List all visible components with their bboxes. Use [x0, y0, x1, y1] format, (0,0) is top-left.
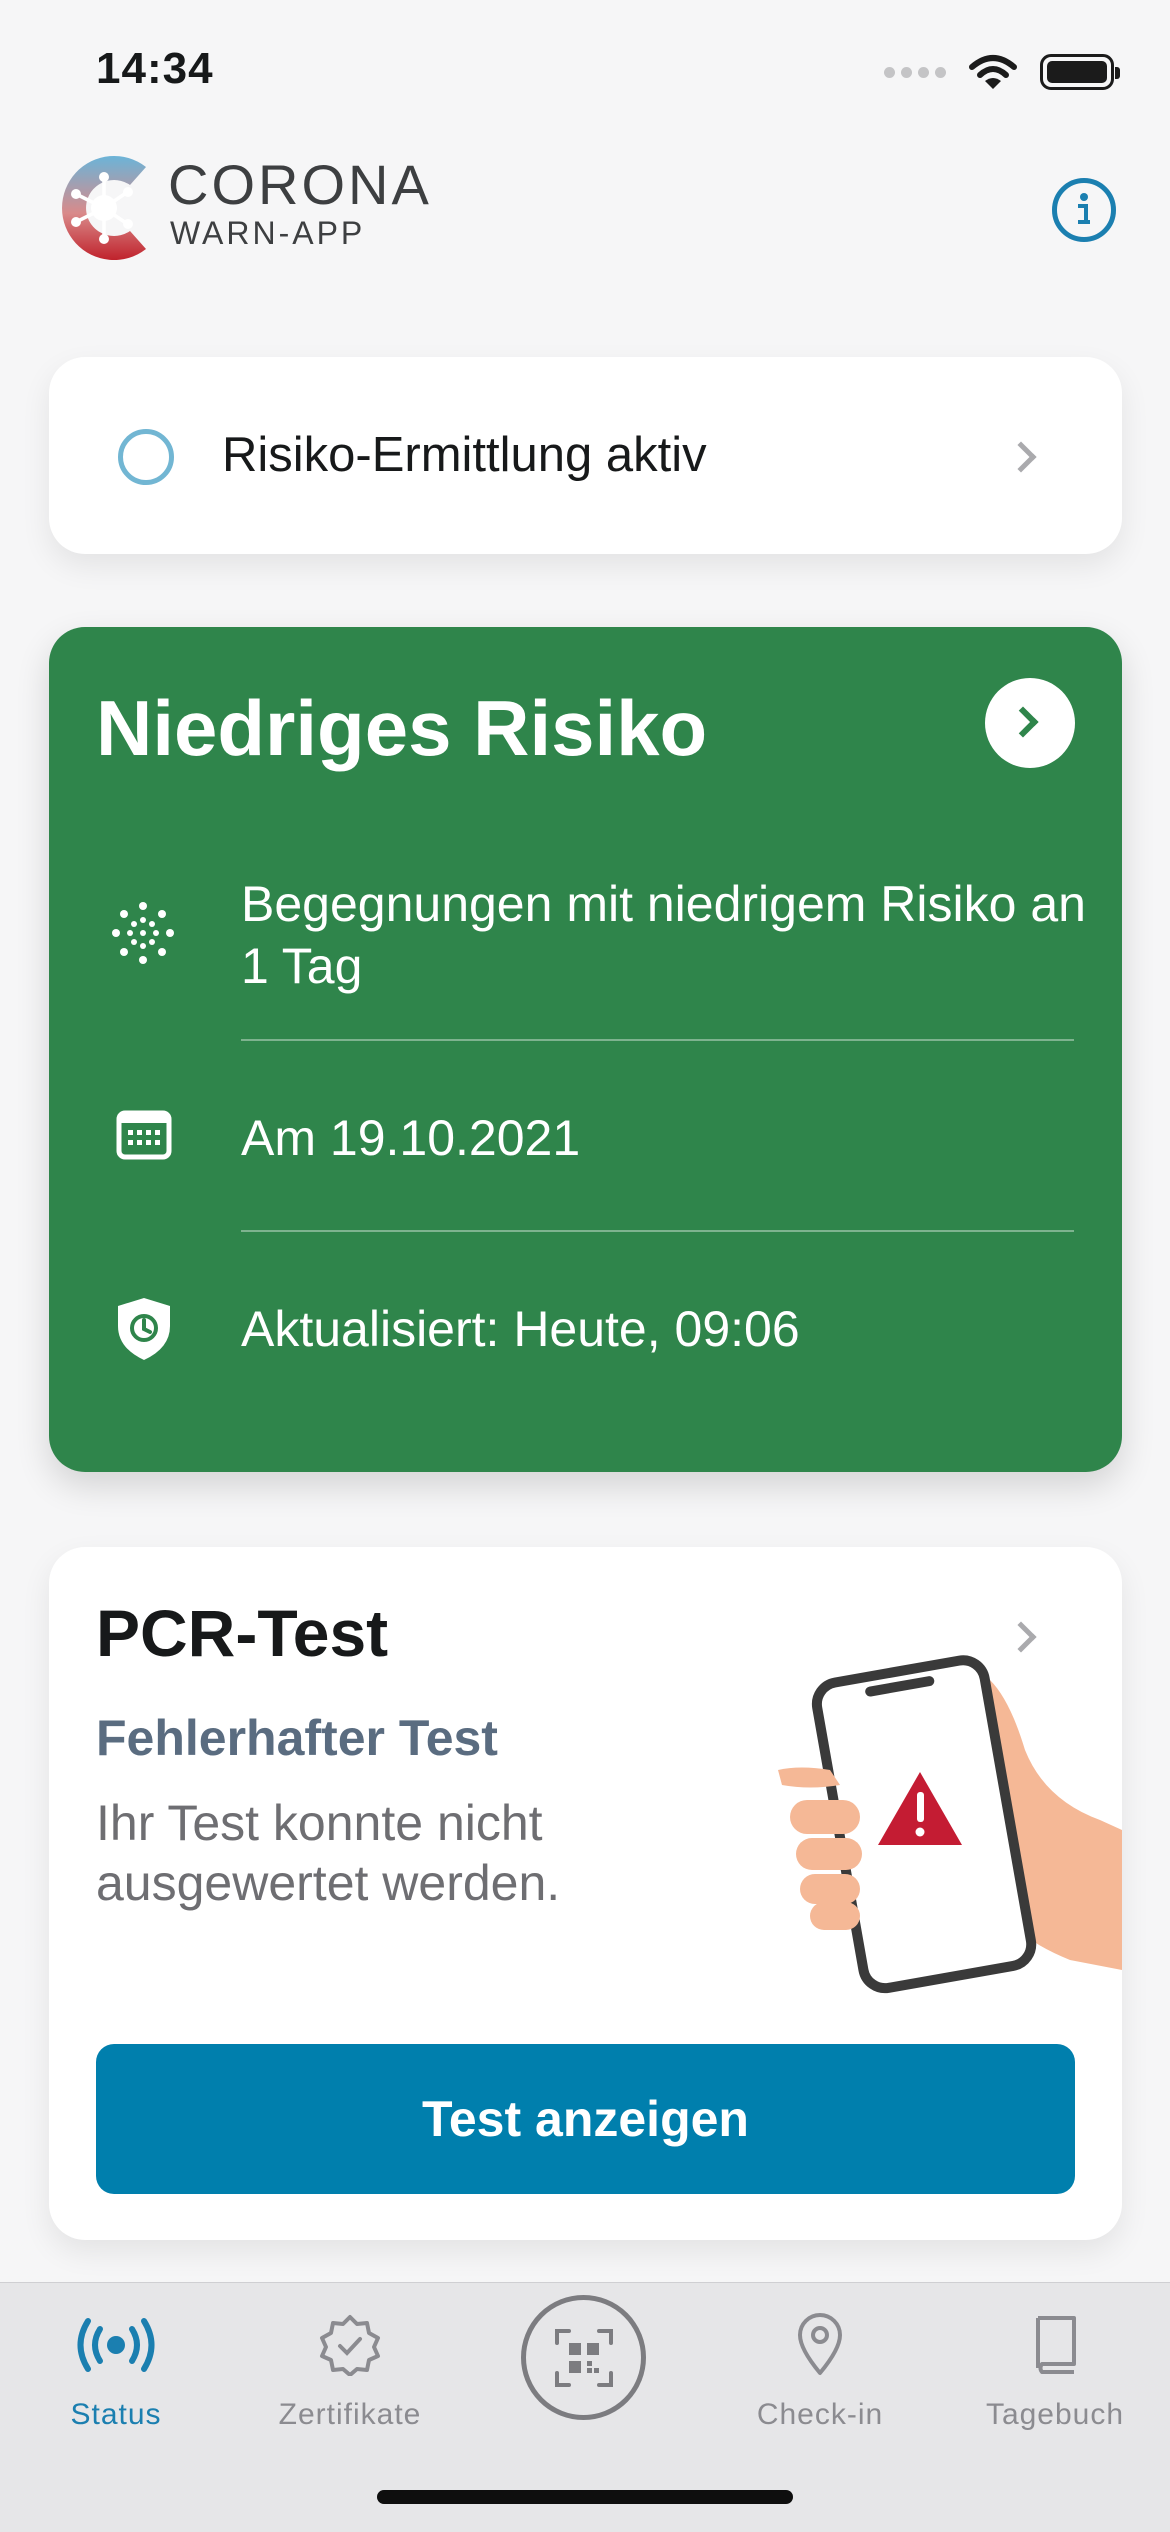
- risk-details-button[interactable]: [985, 678, 1075, 768]
- battery-icon: [1040, 54, 1120, 90]
- tab-check-in-label: Check-in: [756, 2398, 884, 2431]
- qr-scan-button[interactable]: [521, 2295, 646, 2420]
- app-logo: [62, 156, 146, 260]
- detection-label: Risiko-Ermittlung aktiv: [222, 428, 707, 482]
- status-icons: [884, 52, 1120, 92]
- broadcast-icon: [77, 2318, 155, 2372]
- shield-clock-icon: [118, 1298, 170, 1360]
- risk-date: Am 19.10.2021: [241, 1110, 581, 1166]
- risk-title: Niedriges Risiko: [96, 684, 708, 772]
- phone-warning-illustration: [778, 1655, 1122, 1994]
- risk-updated: Aktualisiert: Heute, 09:06: [241, 1301, 800, 1357]
- virus-icon: [112, 902, 174, 964]
- show-test-button[interactable]: Test anzeigen: [96, 2044, 1075, 2194]
- divider: [241, 1039, 1074, 1041]
- home-indicator: [377, 2490, 793, 2504]
- encounters-text: Begegnungen mit niedrigem Risiko an 1 Ta…: [241, 876, 1086, 994]
- tab-certificates[interactable]: Zertifikate: [260, 2300, 440, 2432]
- info-button[interactable]: [1052, 178, 1116, 242]
- pcr-title: PCR-Test: [96, 1596, 389, 1670]
- detection-status-icon: [118, 429, 174, 485]
- calendar-icon: [116, 1110, 172, 1160]
- diary-icon: [1036, 2316, 1076, 2374]
- tab-status-label: Status: [70, 2398, 162, 2431]
- pcr-status: Fehlerhafter Test: [96, 1710, 498, 1766]
- tab-diary-label: Tagebuch: [985, 2398, 1125, 2431]
- tab-diary[interactable]: Tagebuch: [975, 2300, 1135, 2432]
- tab-status[interactable]: Status: [56, 2300, 176, 2432]
- brand-subtitle: WARN-APP: [170, 215, 366, 251]
- chevron-right-icon: [1007, 706, 1039, 738]
- divider: [241, 1230, 1074, 1232]
- pcr-description: Ihr Test konnte nicht ausgewertet werden…: [96, 1795, 561, 1911]
- info-icon: [1078, 193, 1090, 224]
- tab-check-in[interactable]: Check-in: [735, 2300, 905, 2432]
- location-pin-icon: [798, 2313, 842, 2375]
- cellular-signal-icon: [884, 66, 946, 78]
- tab-certificates-label: Zertifikate: [278, 2398, 422, 2431]
- qr-scan-icon: [554, 2328, 613, 2387]
- brand-title: CORONA: [168, 153, 432, 216]
- status-time: 14:34: [96, 44, 214, 93]
- wifi-icon: [969, 55, 1017, 89]
- certificate-icon: [320, 2315, 380, 2376]
